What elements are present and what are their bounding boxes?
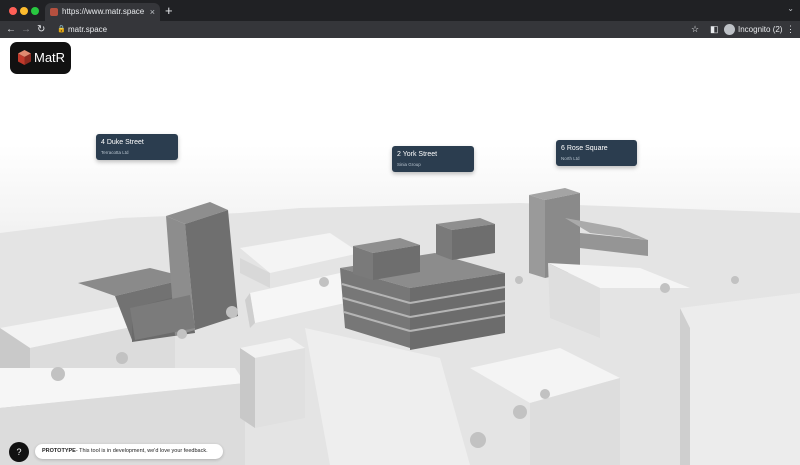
fg-mid-side	[240, 348, 255, 428]
side-panel-icon[interactable]: ◧	[710, 22, 719, 37]
tab-search-icon[interactable]: ⌄	[787, 4, 794, 13]
matr-logo[interactable]: MatR	[10, 42, 71, 74]
reload-button[interactable]: ↻	[37, 22, 45, 37]
incognito-profile-button[interactable]: Incognito (2)	[724, 23, 782, 36]
tab-close-icon[interactable]: ×	[150, 3, 155, 21]
building-label-rose-square[interactable]: 6 Rose Square North Ltd	[556, 140, 637, 166]
city-3d-scene[interactable]	[0, 38, 800, 465]
label-title: 4 Duke Street	[101, 139, 144, 146]
logo-text: MatR	[34, 50, 66, 65]
browser-menu-icon[interactable]: ⋮	[786, 22, 795, 37]
matr-cube-icon	[18, 50, 31, 65]
far-right-block	[680, 293, 800, 465]
address-text: matr.space	[68, 25, 108, 34]
forward-button[interactable]: →	[21, 22, 31, 37]
profile-label: Incognito (2)	[738, 25, 783, 34]
incognito-icon	[724, 24, 735, 35]
help-button[interactable]: ?	[9, 442, 29, 462]
close-window-button[interactable]	[9, 7, 17, 15]
prototype-feedback-banner[interactable]: PROTOTYPE- This tool is in development, …	[35, 444, 223, 459]
label-subtitle: Sinia Group	[397, 162, 421, 167]
browser-tab[interactable]: https://www.matr.space ×	[45, 3, 160, 21]
favicon-icon	[50, 8, 58, 16]
prototype-message: - This tool is in development, we'd love…	[75, 448, 208, 454]
label-subtitle: Terracotta Ltd	[101, 150, 129, 155]
label-title: 2 York Street	[397, 151, 438, 158]
bookmark-star-icon[interactable]: ☆	[691, 22, 699, 37]
maximize-window-button[interactable]	[31, 7, 39, 15]
york-street-block-b-side	[436, 224, 452, 260]
browser-toolbar: ← → ↻ 🔒 matr.space ☆ ◧ Incognito (2) ⋮	[0, 21, 800, 38]
building-label-duke-street[interactable]: 4 Duke Street Terracotta Ltd	[96, 134, 178, 160]
rose-square-tower-side	[529, 195, 545, 278]
building-label-york-street[interactable]: 2 York Street Sinia Group	[392, 146, 474, 172]
label-title: 6 Rose Square	[561, 145, 608, 152]
lock-icon[interactable]: 🔒	[57, 22, 66, 37]
browser-tab-bar: https://www.matr.space × + ⌄	[0, 0, 800, 21]
address-bar[interactable]: 🔒 matr.space	[53, 22, 703, 37]
prototype-label: PROTOTYPE	[42, 448, 76, 454]
new-tab-button[interactable]: +	[165, 3, 173, 19]
label-subtitle: North Ltd	[561, 156, 580, 161]
far-right-block-edge	[680, 308, 690, 465]
fg-mid-front	[255, 348, 305, 428]
tab-title: https://www.matr.space	[62, 7, 145, 16]
back-button[interactable]: ←	[6, 22, 16, 37]
minimize-window-button[interactable]	[20, 7, 28, 15]
map-viewport[interactable]: MatR 4 Duke Street Terracotta Ltd 2 York…	[0, 38, 800, 465]
